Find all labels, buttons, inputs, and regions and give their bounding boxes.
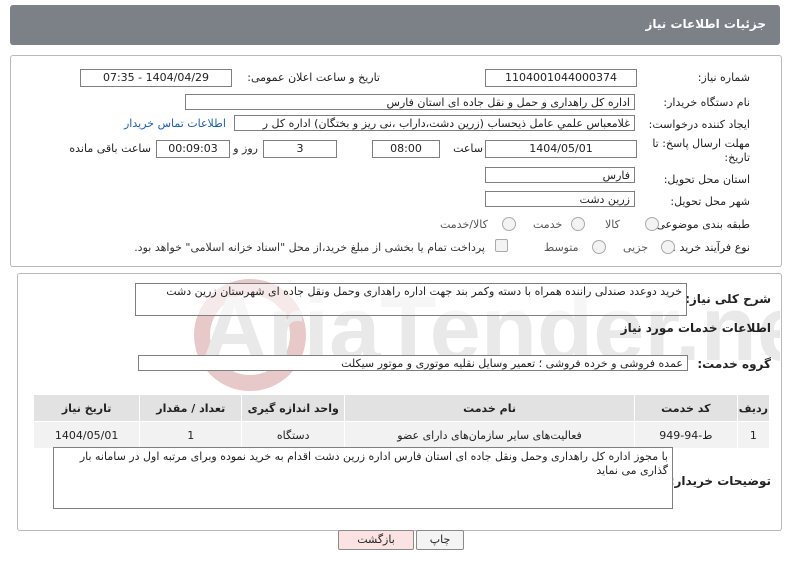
- announce-datetime-field: 1404/04/29 - 07:35: [80, 69, 232, 87]
- need-summary-label: شرح کلی نیاز:: [685, 292, 771, 306]
- table-header-row: ردیف کد خدمت نام خدمت واحد اندازه گیری ت…: [32, 394, 771, 422]
- need-number-label: شماره نیاز:: [697, 71, 750, 84]
- services-section-title: اطلاعات خدمات مورد نیاز: [620, 321, 771, 335]
- process-type-label: نوع فرآیند خرید :: [672, 241, 750, 254]
- category-service-radio[interactable]: [571, 217, 585, 231]
- days-label: روز و: [233, 142, 258, 155]
- category-label: طبقه بندی موضوعی:: [652, 218, 750, 231]
- service-group-field: عمده فروشی و خرده فروشی ؛ تعمیر وسایل نق…: [138, 355, 688, 371]
- buyer-org-field: اداره کل راهداری و حمل و نقل جاده ای است…: [185, 94, 635, 110]
- buyer-notes-text: با مجوز اداره کل راهداری وحمل ونقل جاده …: [79, 450, 668, 477]
- deadline-time-field: 08:00: [372, 140, 440, 158]
- col-service-name: نام خدمت: [344, 394, 635, 422]
- process-minor-radio[interactable]: [661, 240, 675, 254]
- services-table: ردیف کد خدمت نام خدمت واحد اندازه گیری ت…: [32, 394, 771, 449]
- cell-service-name: فعالیت‌های سایر سازمان‌های دارای عضو: [344, 421, 635, 449]
- cell-need-date: 1404/05/01: [32, 421, 141, 449]
- category-goods-radio[interactable]: [645, 217, 659, 231]
- buyer-notes-box: با مجوز اداره کل راهداری وحمل ونقل جاده …: [53, 447, 673, 509]
- table-row: 1 ط-94-949 فعالیت‌های سایر سازمان‌های دا…: [32, 421, 771, 449]
- page-title: جزئیات اطلاعات نیاز: [645, 17, 766, 31]
- page-header: جزئیات اطلاعات نیاز: [10, 5, 780, 45]
- need-summary-text: خرید دوعدد صندلی راننده همراه با دسته وک…: [166, 285, 682, 298]
- treasury-payment-note: پرداخت تمام یا بخشی از مبلغ خرید،از محل …: [134, 241, 485, 254]
- days-remaining-field: 3: [263, 140, 337, 158]
- category-goods-service-radio[interactable]: [502, 217, 516, 231]
- remaining-time-field: 00:09:03: [156, 140, 230, 158]
- cell-row: 1: [736, 421, 771, 449]
- need-summary-box: خرید دوعدد صندلی راننده همراه با دسته وک…: [135, 283, 687, 316]
- province-label: استان محل تحویل:: [663, 173, 750, 186]
- process-minor-label: جزیی: [623, 241, 649, 254]
- col-need-date: تاریخ نیاز: [32, 394, 141, 422]
- print-button[interactable]: چاپ: [416, 530, 464, 550]
- process-medium-label: متوسط: [544, 241, 579, 254]
- buyer-contact-link[interactable]: اطلاعات تماس خریدار: [124, 117, 226, 130]
- city-label: شهر محل تحویل:: [670, 195, 750, 208]
- treasury-payment-checkbox[interactable]: [495, 239, 508, 252]
- city-field: زرین دشت: [485, 191, 635, 207]
- requester-label: ایجاد کننده درخواست:: [648, 118, 750, 131]
- col-service-code: کد خدمت: [633, 394, 738, 422]
- deadline-label: مهلت ارسال پاسخ: تا تاریخ:: [652, 137, 750, 164]
- col-unit: واحد اندازه گیری: [241, 394, 346, 422]
- category-goods-label: کالا: [605, 218, 620, 231]
- buyer-notes-label: توضیحات خریدار:: [669, 474, 771, 488]
- cell-unit: دستگاه: [241, 421, 346, 449]
- buyer-org-label: نام دستگاه خریدار:: [663, 96, 750, 109]
- col-quantity: تعداد / مقدار: [139, 394, 243, 422]
- back-button[interactable]: بازگشت: [338, 530, 414, 550]
- category-goods-service-label: کالا/خدمت: [440, 218, 488, 231]
- service-group-label: گروه خدمت:: [697, 357, 771, 371]
- cell-service-code: ط-94-949: [633, 421, 738, 449]
- announce-datetime-label: تاریخ و ساعت اعلان عمومی:: [247, 71, 380, 84]
- province-field: فارس: [485, 167, 635, 183]
- col-row: ردیف: [736, 394, 771, 422]
- category-service-label: خدمت: [533, 218, 563, 231]
- cell-quantity: 1: [139, 421, 243, 449]
- need-number-field: 1104001044000374: [485, 69, 637, 87]
- remaining-time-label: ساعت باقی مانده: [69, 142, 151, 155]
- deadline-date-field: 1404/05/01: [485, 140, 637, 158]
- process-medium-radio[interactable]: [592, 240, 606, 254]
- requester-field: غلامعباس علمي عامل ذيحساب (زرين دشت،دارا…: [234, 115, 635, 131]
- deadline-time-label: ساعت: [453, 142, 483, 155]
